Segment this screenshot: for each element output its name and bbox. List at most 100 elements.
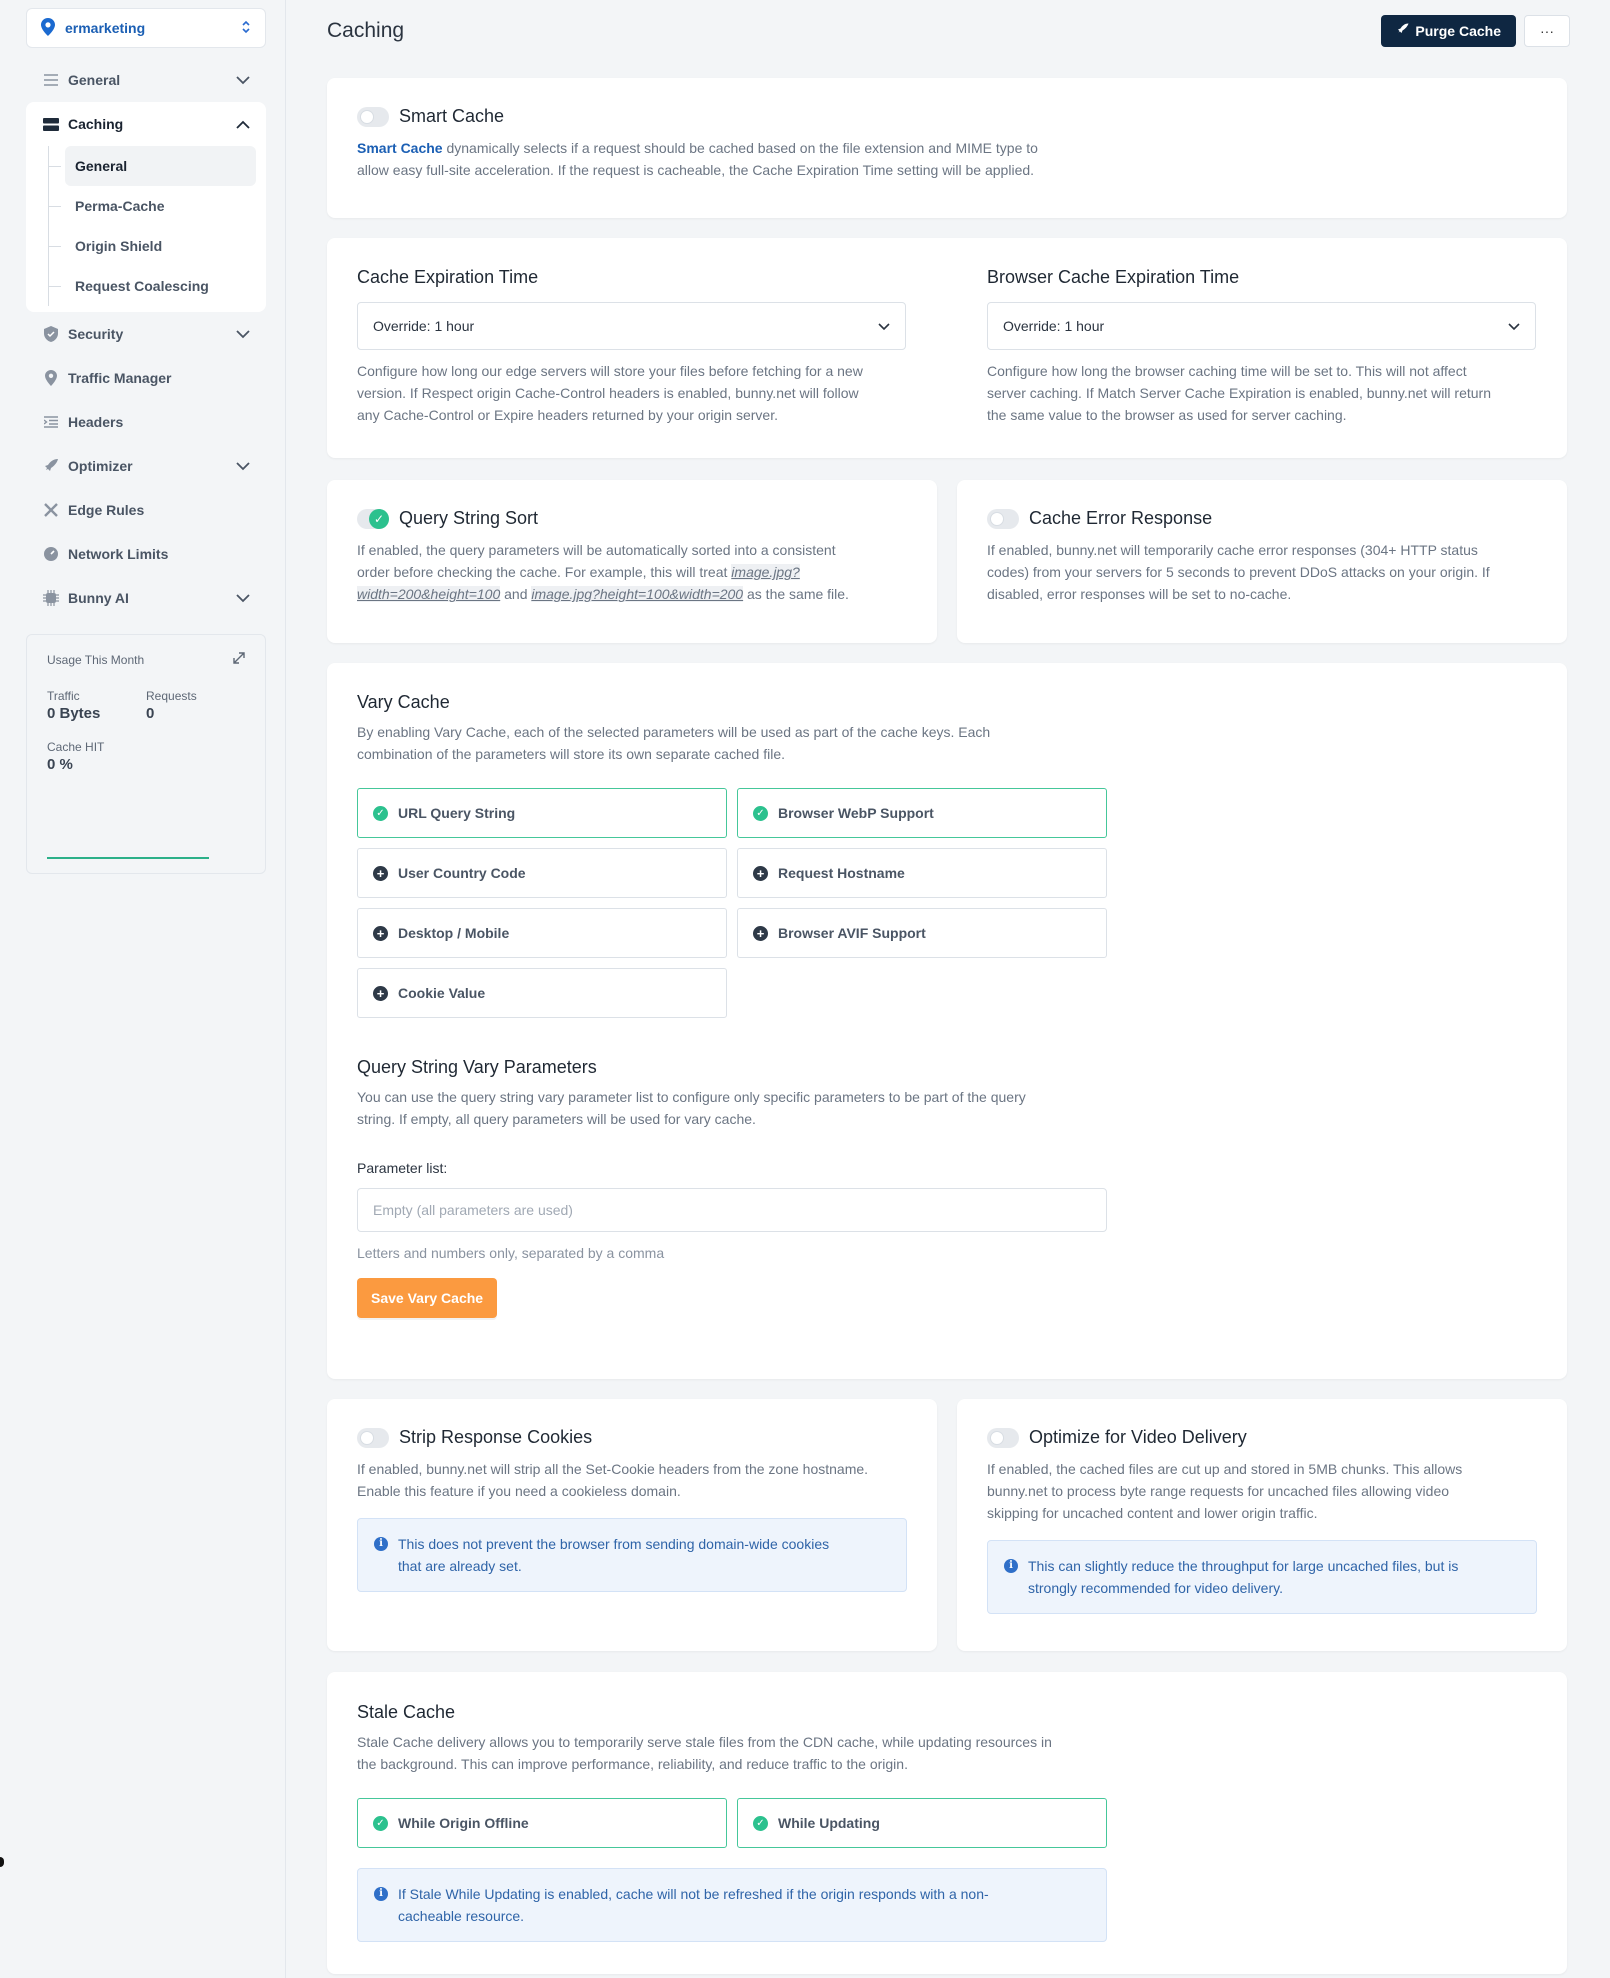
strip-cookies-toggle[interactable]: [357, 1427, 389, 1448]
info-icon: i: [374, 1537, 388, 1551]
submenu-item-origin-shield[interactable]: Origin Shield: [49, 226, 266, 266]
parameter-list-hint: Letters and numbers only, separated by a…: [357, 1245, 665, 1261]
submenu-item-general[interactable]: General: [49, 146, 256, 186]
plus-circle-icon: +: [753, 925, 768, 941]
desc-line: disabled, error responses will be set to…: [987, 586, 1292, 602]
desc-line: server caching. If Match Server Cache Ex…: [987, 385, 1491, 401]
option-label: Desktop / Mobile: [398, 925, 510, 941]
desc-line: You can use the query string vary parame…: [357, 1089, 1026, 1105]
desc-line: By enabling Vary Cache, each of the sele…: [357, 724, 991, 740]
option-label: Browser WebP Support: [778, 805, 934, 821]
sidebar-item-bunny-ai[interactable]: Bunny AI: [26, 576, 266, 620]
desc-line: If enabled, the query parameters will be…: [357, 542, 836, 558]
video-delivery-description: If enabled, the cached files are cut up …: [987, 1458, 1537, 1524]
select-value: Override: 1 hour: [373, 318, 475, 334]
smart-cache-toggle[interactable]: [357, 106, 389, 127]
query-string-vary-title: Query String Vary Parameters: [357, 1057, 597, 1077]
sidebar-nav: General Caching General Perma-Cache Orig…: [26, 58, 266, 620]
save-vary-cache-button[interactable]: Save Vary Cache: [357, 1278, 498, 1318]
updown-chevron-icon: [241, 20, 251, 37]
desc-line: combination of the parameters will store…: [357, 746, 785, 762]
chevron-up-icon: [236, 116, 250, 132]
info-line: cacheable resource.: [398, 1908, 525, 1924]
sidebar-item-traffic-manager[interactable]: Traffic Manager: [26, 356, 266, 400]
purge-cache-button[interactable]: Purge Cache: [1381, 15, 1516, 47]
video-delivery-toggle[interactable]: [987, 1427, 1019, 1448]
sidebar-item-label: Optimizer: [68, 458, 133, 474]
parameter-list-label: Parameter list:: [357, 1160, 448, 1176]
zone-selector[interactable]: ermarketing: [26, 8, 266, 48]
expand-icon[interactable]: [233, 651, 245, 669]
sidebar-item-optimizer[interactable]: Optimizer: [26, 444, 266, 488]
cache-hit-label: Cache HIT: [47, 740, 105, 754]
vary-option-user-country-code[interactable]: + User Country Code: [357, 848, 727, 898]
location-pin-icon: [42, 369, 60, 387]
zone-name: ermarketing: [65, 20, 146, 36]
desc-line: If enabled, bunny.net will strip all the…: [357, 1461, 869, 1477]
desc-line: version. If Respect origin Cache-Control…: [357, 385, 859, 401]
smart-cache-title: Smart Cache: [399, 106, 505, 126]
browser-expiration-select[interactable]: Override: 1 hour: [987, 302, 1536, 350]
sidebar-item-security[interactable]: Security: [26, 312, 266, 356]
toggle-knob: [990, 511, 1004, 526]
vary-option-desktop-mobile[interactable]: + Desktop / Mobile: [357, 908, 727, 958]
sidebar-item-edge-rules[interactable]: Edge Rules: [26, 488, 266, 532]
submenu-item-request-coalescing[interactable]: Request Coalescing: [49, 266, 266, 306]
chevron-down-icon: [236, 590, 250, 606]
option-label: Request Hostname: [778, 865, 905, 881]
stale-option-while-updating[interactable]: ✓ While Updating: [737, 1798, 1107, 1848]
query-string-sort-card: ✓ Query String Sort If enabled, the quer…: [327, 480, 937, 643]
sidebar-item-general[interactable]: General: [26, 58, 266, 102]
plus-circle-icon: +: [753, 865, 768, 881]
query-string-sort-toggle[interactable]: ✓: [357, 508, 389, 529]
cache-error-response-toggle[interactable]: [987, 508, 1019, 529]
vary-option-cookie-value[interactable]: + Cookie Value: [357, 968, 727, 1018]
sidebar-item-label: General: [68, 72, 121, 88]
more-options-button[interactable]: ···: [1524, 15, 1570, 47]
chevron-down-icon: [236, 72, 250, 88]
vary-cache-description: By enabling Vary Cache, each of the sele…: [357, 721, 1537, 765]
cache-expiration-section: Cache Expiration Time Override: 1 hour C…: [357, 267, 906, 426]
plus-circle-icon: +: [373, 865, 388, 881]
option-label: User Country Code: [398, 865, 526, 881]
sidebar-item-label: Network Limits: [68, 546, 169, 562]
submenu-item-perma-cache[interactable]: Perma-Cache: [49, 186, 266, 226]
check-circle-icon: ✓: [753, 805, 768, 821]
desc-line: bunny.net to process byte range requests…: [987, 1483, 1450, 1499]
parameter-list-input[interactable]: Empty (all parameters are used): [357, 1188, 1107, 1232]
check-icon: ✓: [369, 508, 389, 529]
strip-cookies-title: Strip Response Cookies: [399, 1427, 593, 1447]
sidebar-item-network-limits[interactable]: Network Limits: [26, 532, 266, 576]
stale-option-while-origin-offline[interactable]: ✓ While Origin Offline: [357, 1798, 727, 1848]
desc-line: skipping for uncached content and lower …: [987, 1505, 1318, 1521]
sidebar-item-label: Caching: [68, 116, 124, 132]
vary-option-browser-webp[interactable]: ✓ Browser WebP Support: [737, 788, 1107, 838]
vary-option-url-query-string[interactable]: ✓ URL Query String: [357, 788, 727, 838]
desc-line: Enable this feature if you need a cookie…: [357, 1483, 681, 1499]
desc-line: Configure how long our edge servers will…: [357, 363, 863, 379]
desc-line: the background. This can improve perform…: [357, 1756, 908, 1772]
desc-text: and: [500, 586, 532, 602]
map-pin-icon: [41, 17, 59, 39]
chevron-down-icon: [236, 458, 250, 474]
cache-expiration-description: Configure how long our edge servers will…: [357, 360, 906, 426]
sidebar-item-headers[interactable]: Headers: [26, 400, 266, 444]
cache-expiration-select[interactable]: Override: 1 hour: [357, 302, 906, 350]
cache-error-response-description: If enabled, bunny.net will temporarily c…: [987, 539, 1537, 605]
smart-cache-link[interactable]: Smart Cache: [357, 140, 443, 156]
vary-option-browser-avif[interactable]: + Browser AVIF Support: [737, 908, 1107, 958]
desc-line: Configure how long the browser caching t…: [987, 363, 1467, 379]
desc-line: If enabled, bunny.net will temporarily c…: [987, 542, 1478, 558]
check-circle-icon: ✓: [373, 1815, 388, 1831]
query-string-sort-description: If enabled, the query parameters will be…: [357, 539, 907, 605]
sidebar: ermarketing General Caching General Perm…: [0, 0, 286, 1978]
tools-icon: [42, 501, 60, 519]
check-circle-icon: ✓: [373, 805, 388, 821]
sidebar-item-caching[interactable]: Caching: [26, 102, 266, 146]
option-label: Browser AVIF Support: [778, 925, 926, 941]
toggle-knob: [360, 109, 374, 124]
vary-option-request-hostname[interactable]: + Request Hostname: [737, 848, 1107, 898]
chevron-down-icon: [236, 326, 250, 342]
smart-cache-card: Smart Cache Smart Cache dynamically sele…: [327, 78, 1567, 218]
page-header: Caching Purge Cache ···: [287, 0, 1610, 62]
